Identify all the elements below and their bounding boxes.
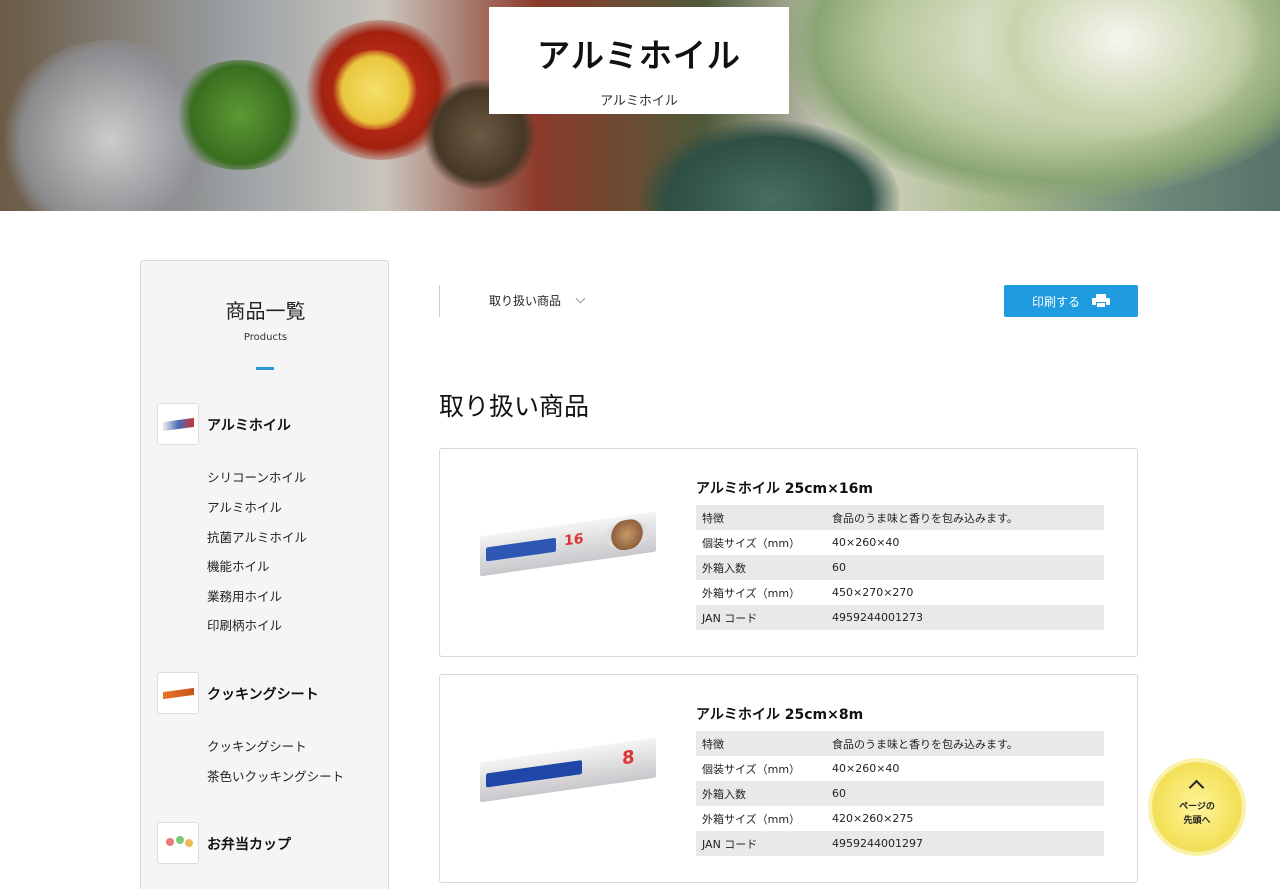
hero-photo-pepper — [170, 60, 310, 170]
print-button-label: 印刷する — [1031, 294, 1080, 309]
sidebar-title: 商品一覧 — [225, 299, 306, 323]
lunch-cup-thumbnail — [157, 822, 199, 864]
sidebar-item-silicone-foil[interactable]: シリコーンホイル — [207, 467, 306, 486]
sidebar-category-foil[interactable]: アルミホイル — [157, 403, 377, 445]
spec-row: JAN コード 4959244001297 — [696, 831, 1104, 856]
page-subtitle: アルミホイル — [600, 94, 678, 109]
spec-value: 食品のうま味と香りを包み込みます。 — [826, 505, 1104, 530]
product-image: 16 — [480, 511, 660, 594]
spec-value: 40×260×40 — [832, 762, 900, 775]
chevron-down-icon — [575, 293, 586, 304]
product-name: アルミホイル 25cm×16m — [696, 481, 873, 497]
page-title-box: アルミホイル アルミホイル — [489, 7, 789, 114]
sidebar-category-label: アルミホイル — [207, 418, 291, 434]
spec-table: 特徴 食品のうま味と香りを包み込みます。 個装サイズ（mm） 40×260×40 外… — [696, 731, 1104, 856]
back-to-top-button[interactable]: ページの 先頭へ — [1152, 762, 1242, 852]
spec-value: 60 — [826, 781, 1104, 806]
sidebar-item-printed-foil[interactable]: 印刷柄ホイル — [207, 615, 282, 634]
spec-table: 特徴 食品のうま味と香りを包み込みます。 個装サイズ（mm） 40×260×40 外… — [696, 505, 1104, 630]
sidebar-item-aluminum-foil[interactable]: アルミホイル — [207, 497, 282, 516]
spec-value: 食品のうま味と香りを包み込みます。 — [826, 731, 1104, 756]
spec-row: 外箱入数 60 — [696, 781, 1104, 806]
product-box-length: 16 — [564, 530, 584, 550]
spec-key: 外箱入数 — [696, 781, 826, 806]
spec-key: 特徴 — [696, 505, 826, 530]
spec-row: 特徴 食品のうま味と香りを包み込みます。 — [696, 731, 1104, 756]
product-box-length: 8 — [622, 746, 635, 770]
product-card: 8 アルミホイル 25cm×8m 特徴 食品のうま味と香りを包み込みます。 個装サ… — [439, 674, 1138, 883]
spec-row: JAN コード 4959244001273 — [696, 605, 1104, 630]
product-dropdown[interactable]: 取り扱い商品 — [489, 292, 586, 309]
spec-value: 60 — [826, 555, 1104, 580]
foil-thumbnail — [157, 403, 199, 445]
sidebar-category-cooking-sheet[interactable]: クッキングシート — [157, 672, 377, 714]
spec-value: 420×260×275 — [832, 812, 914, 825]
spec-key: JAN コード — [696, 831, 826, 856]
print-button[interactable]: 印刷する — [1004, 285, 1138, 317]
toolbar-separator — [439, 285, 440, 317]
page-title: アルミホイル — [537, 36, 741, 75]
product-sidebar: 商品一覧 Products アルミホイル シリコーンホイル アルミホイル 抗菌ア… — [140, 260, 389, 889]
spec-row: 個装サイズ（mm） 40×260×40 — [696, 756, 1104, 781]
back-to-top-label-line2: 先頭へ — [1183, 816, 1211, 826]
spec-key: 外箱サイズ（mm） — [702, 586, 801, 600]
printer-icon — [1092, 294, 1110, 308]
product-card: 16 アルミホイル 25cm×16m 特徴 食品のうま味と香りを包み込みます。 個… — [439, 448, 1138, 657]
spec-row: 外箱サイズ（mm） 420×260×275 — [696, 806, 1104, 831]
spec-value: 40×260×40 — [832, 536, 900, 549]
sidebar-subtitle: Products — [243, 332, 288, 343]
product-name: アルミホイル 25cm×8m — [696, 707, 864, 723]
sidebar-item-brown-cooking-sheet[interactable]: 茶色いクッキングシート — [207, 766, 344, 785]
spec-key: JAN コード — [696, 605, 826, 630]
sidebar-category-label: クッキングシート — [207, 687, 319, 703]
back-to-top-label-line1: ページの — [1179, 802, 1215, 812]
spec-key: 外箱サイズ（mm） — [702, 812, 801, 826]
spec-row: 特徴 食品のうま味と香りを包み込みます。 — [696, 505, 1104, 530]
spec-row: 外箱サイズ（mm） 450×270×270 — [696, 580, 1104, 605]
spec-row: 個装サイズ（mm） 40×260×40 — [696, 530, 1104, 555]
hero-photo-lemon — [330, 50, 420, 130]
spec-key: 個装サイズ（mm） — [702, 536, 801, 550]
sidebar-category-lunch-cup[interactable]: お弁当カップ — [157, 822, 377, 864]
spec-row: 外箱入数 60 — [696, 555, 1104, 580]
dropdown-label: 取り扱い商品 — [489, 294, 562, 308]
spec-value: 450×270×270 — [832, 586, 914, 599]
sidebar-item-cooking-sheet[interactable]: クッキングシート — [207, 736, 307, 755]
sidebar-item-functional-foil[interactable]: 機能ホイル — [207, 556, 270, 575]
sidebar-item-antibacterial-foil[interactable]: 抗菌アルミホイル — [207, 527, 307, 546]
spec-key: 特徴 — [696, 731, 826, 756]
sidebar-divider — [256, 367, 274, 370]
spec-key: 外箱入数 — [696, 555, 826, 580]
spec-key: 個装サイズ（mm） — [702, 762, 801, 776]
spec-value: 4959244001297 — [826, 831, 1104, 856]
cooking-sheet-thumbnail — [157, 672, 199, 714]
product-image: 8 — [480, 737, 660, 820]
sidebar-item-commercial-foil[interactable]: 業務用ホイル — [207, 586, 282, 605]
sidebar-category-label: お弁当カップ — [207, 837, 291, 853]
chevron-up-icon — [1188, 779, 1205, 796]
spec-value: 4959244001273 — [826, 605, 1104, 630]
section-title: 取り扱い商品 — [439, 392, 590, 421]
